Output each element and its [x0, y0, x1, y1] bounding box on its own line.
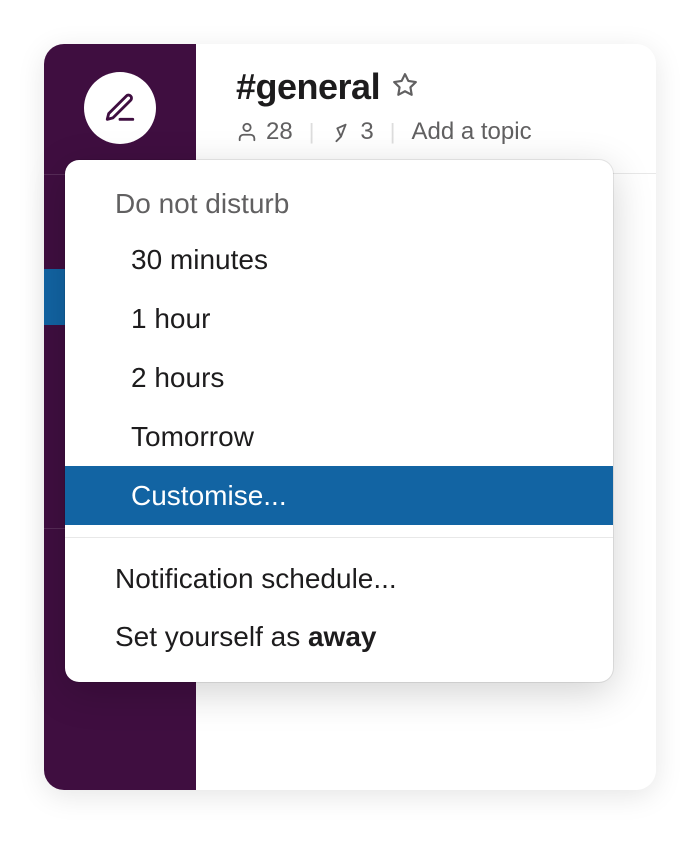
menu-divider — [65, 537, 613, 538]
person-icon — [236, 121, 258, 143]
add-topic-link[interactable]: Add a topic — [412, 118, 532, 146]
set-away-prefix: Set yourself as — [115, 621, 308, 652]
dnd-heading: Do not disturb — [65, 188, 613, 230]
set-away-item[interactable]: Set yourself as away — [65, 608, 613, 666]
dnd-option-2hours[interactable]: 2 hours — [65, 348, 613, 407]
set-away-bold: away — [308, 621, 377, 652]
members-number: 28 — [266, 118, 293, 146]
compose-icon — [103, 91, 137, 125]
status-menu: Do not disturb 30 minutes 1 hour 2 hours… — [65, 160, 613, 682]
dnd-option-30min[interactable]: 30 minutes — [65, 230, 613, 289]
channel-meta: 28 | 3 | Add a topic — [236, 118, 656, 146]
members-count[interactable]: 28 — [236, 118, 293, 146]
channel-title-row: #general — [236, 66, 656, 108]
meta-separator: | — [390, 119, 396, 145]
meta-separator: | — [309, 119, 315, 145]
dnd-option-customise[interactable]: Customise... — [65, 466, 613, 525]
star-icon[interactable] — [392, 72, 418, 103]
channel-name[interactable]: #general — [236, 66, 380, 108]
pinned-number: 3 — [360, 118, 373, 146]
dnd-option-1hour[interactable]: 1 hour — [65, 289, 613, 348]
pin-icon — [330, 121, 352, 143]
notification-schedule-item[interactable]: Notification schedule... — [65, 550, 613, 608]
channel-header: #general 28 | — [196, 44, 656, 174]
pinned-count[interactable]: 3 — [330, 118, 373, 146]
compose-button[interactable] — [84, 72, 156, 144]
dnd-option-tomorrow[interactable]: Tomorrow — [65, 407, 613, 466]
